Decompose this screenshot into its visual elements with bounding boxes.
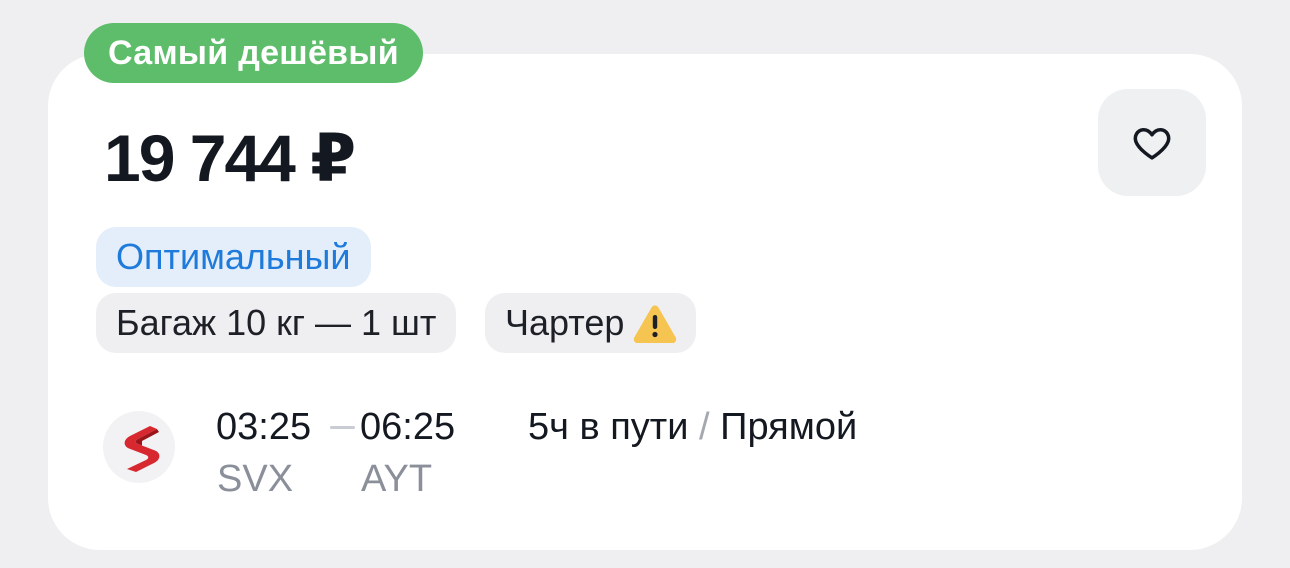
flight-stops: Прямой	[720, 406, 858, 448]
warning-icon	[634, 305, 677, 343]
airline-logo	[103, 411, 175, 483]
flight-duration: 5ч в пути	[528, 406, 689, 448]
charter-chip: Чартер	[485, 293, 697, 353]
tariff-label: Оптимальный	[116, 236, 351, 277]
heart-outline-icon	[1133, 127, 1171, 160]
departure-airport-code: SVX	[217, 458, 294, 500]
arrival-time: 06:25	[360, 406, 456, 448]
airline-s-logo	[124, 426, 160, 472]
stage: Самый дешёвый 19 744 ₽ Оптимальный Багаж…	[0, 0, 1290, 568]
time-separator	[330, 426, 355, 429]
cheapest-badge: Самый дешёвый	[84, 23, 423, 83]
departure-time: 03:25	[216, 406, 312, 448]
tariff-chip: Оптимальный	[96, 227, 371, 287]
baggage-chip: Багаж 10 кг — 1 шт	[96, 293, 457, 353]
route-info: 5ч в пути / Прямой	[528, 402, 857, 452]
price: 19 744 ₽	[104, 121, 356, 195]
baggage-label: Багаж 10 кг — 1 шт	[116, 302, 437, 343]
route-separator: /	[699, 406, 710, 448]
charter-label: Чартер	[505, 302, 625, 343]
favorite-button[interactable]	[1098, 89, 1206, 196]
arrival-airport-code: AYT	[361, 458, 433, 500]
